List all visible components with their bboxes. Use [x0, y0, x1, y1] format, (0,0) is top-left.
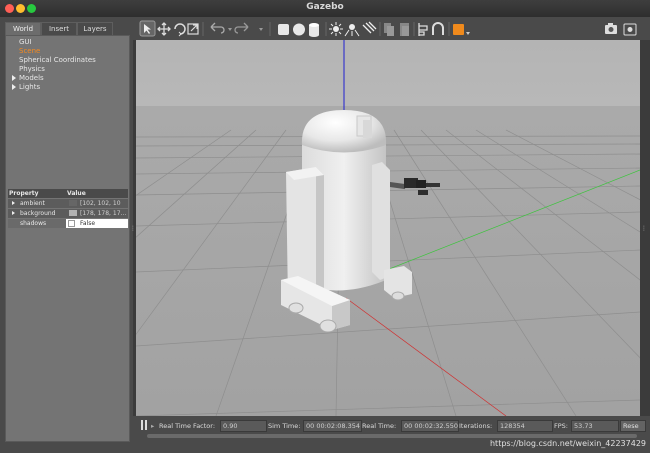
property-value[interactable]: [178, 178, 17...: [80, 210, 126, 217]
sky: [136, 40, 640, 106]
property-value[interactable]: [102, 102, 10: [80, 200, 121, 207]
sim-time-value: 00 00:02:08.354: [303, 420, 362, 432]
color-swatch-background[interactable]: [69, 210, 77, 216]
tree-item-lights[interactable]: Lights: [19, 83, 40, 91]
expand-arrow-icon[interactable]: [12, 201, 15, 205]
reset-time-button[interactable]: Rese: [620, 420, 646, 432]
property-row-shadows[interactable]: shadows False: [8, 219, 128, 228]
property-name: background: [20, 210, 56, 217]
iterations-label: Iterations:: [459, 422, 493, 430]
tree-item-spherical-coordinates[interactable]: Spherical Coordinates: [19, 56, 96, 64]
sphere-icon[interactable]: [293, 23, 305, 36]
pause-icon: [141, 420, 143, 430]
translate-icon[interactable]: [157, 22, 171, 36]
properties-header: Property Value: [8, 189, 128, 198]
expand-arrow-icon[interactable]: [12, 84, 16, 90]
snap-icon[interactable]: [432, 22, 444, 35]
screenshot-icon[interactable]: [605, 23, 617, 34]
rotate-icon[interactable]: [174, 23, 186, 37]
real-time-value: 00 00:02:32.550: [401, 420, 459, 432]
paste-icon[interactable]: [400, 23, 409, 36]
right-panel-grip-icon[interactable]: ⋮: [641, 225, 647, 232]
window-title: Gazebo: [306, 2, 344, 12]
expand-arrow-icon[interactable]: [12, 211, 15, 215]
status-progress-bar: [147, 434, 637, 438]
point-light-icon[interactable]: [329, 22, 343, 36]
iterations-value: 128354: [497, 420, 553, 432]
tree-item-gui[interactable]: GUI: [19, 38, 32, 46]
tab-world[interactable]: World: [5, 22, 41, 35]
tab-insert[interactable]: Insert: [41, 22, 77, 35]
property-name: ambient: [20, 200, 45, 207]
redo-dropdown-icon[interactable]: [259, 28, 263, 31]
watermark: https://blog.csdn.net/weixin_42237429: [489, 439, 646, 448]
color-icon[interactable]: [453, 24, 470, 35]
tree-item-scene[interactable]: Scene: [19, 47, 40, 55]
real-time-label: Real Time:: [362, 422, 397, 430]
title-bar: Gazebo: [0, 0, 650, 17]
toolbar: [133, 17, 650, 40]
value-column-header: Value: [67, 190, 86, 197]
tab-layers[interactable]: Layers: [77, 22, 113, 35]
toolbar-icons: [139, 20, 637, 37]
property-row-background[interactable]: background [178, 178, 17...: [8, 209, 128, 218]
align-icon[interactable]: [418, 23, 428, 36]
color-swatch-ambient[interactable]: [69, 200, 77, 206]
undo-dropdown-icon[interactable]: [228, 28, 232, 31]
directional-light-icon[interactable]: [362, 21, 377, 34]
cylinder-icon[interactable]: [309, 23, 319, 37]
undo-icon[interactable]: [210, 22, 225, 34]
left-panel: World Insert Layers GUI Scene Spherical …: [0, 17, 133, 453]
select-icon[interactable]: [139, 20, 156, 37]
property-value: False: [80, 220, 96, 227]
expand-arrow-icon[interactable]: [12, 75, 16, 81]
tree-item-physics[interactable]: Physics: [19, 65, 45, 73]
box-icon[interactable]: [278, 24, 289, 35]
record-icon[interactable]: [623, 23, 637, 36]
pause-button[interactable]: [140, 420, 149, 430]
world-tab-panel: GUI Scene Spherical Coordinates Physics …: [5, 35, 130, 442]
step-dropdown-icon[interactable]: ▸: [151, 421, 154, 431]
real-time-factor-label: Real Time Factor:: [159, 422, 216, 430]
tree-item-models[interactable]: Models: [19, 74, 44, 82]
copy-icon[interactable]: [384, 23, 394, 36]
property-column-header: Property: [9, 190, 39, 197]
property-row-ambient[interactable]: ambient [102, 102, 10: [8, 199, 128, 208]
property-name: shadows: [20, 220, 47, 227]
real-time-factor-value: 0.90: [220, 420, 267, 432]
fps-value: 53.73: [571, 420, 619, 432]
shadows-value-field[interactable]: [66, 219, 128, 228]
3d-viewport[interactable]: [136, 40, 640, 416]
scale-icon[interactable]: [187, 23, 199, 35]
sim-time-label: Sim Time:: [268, 422, 301, 430]
pause-icon: [145, 420, 147, 430]
shadows-checkbox[interactable]: [68, 220, 75, 227]
scene-render: [136, 40, 640, 416]
redo-icon[interactable]: [234, 22, 249, 34]
spot-light-icon[interactable]: [344, 24, 360, 37]
fps-label: FPS:: [554, 422, 568, 430]
